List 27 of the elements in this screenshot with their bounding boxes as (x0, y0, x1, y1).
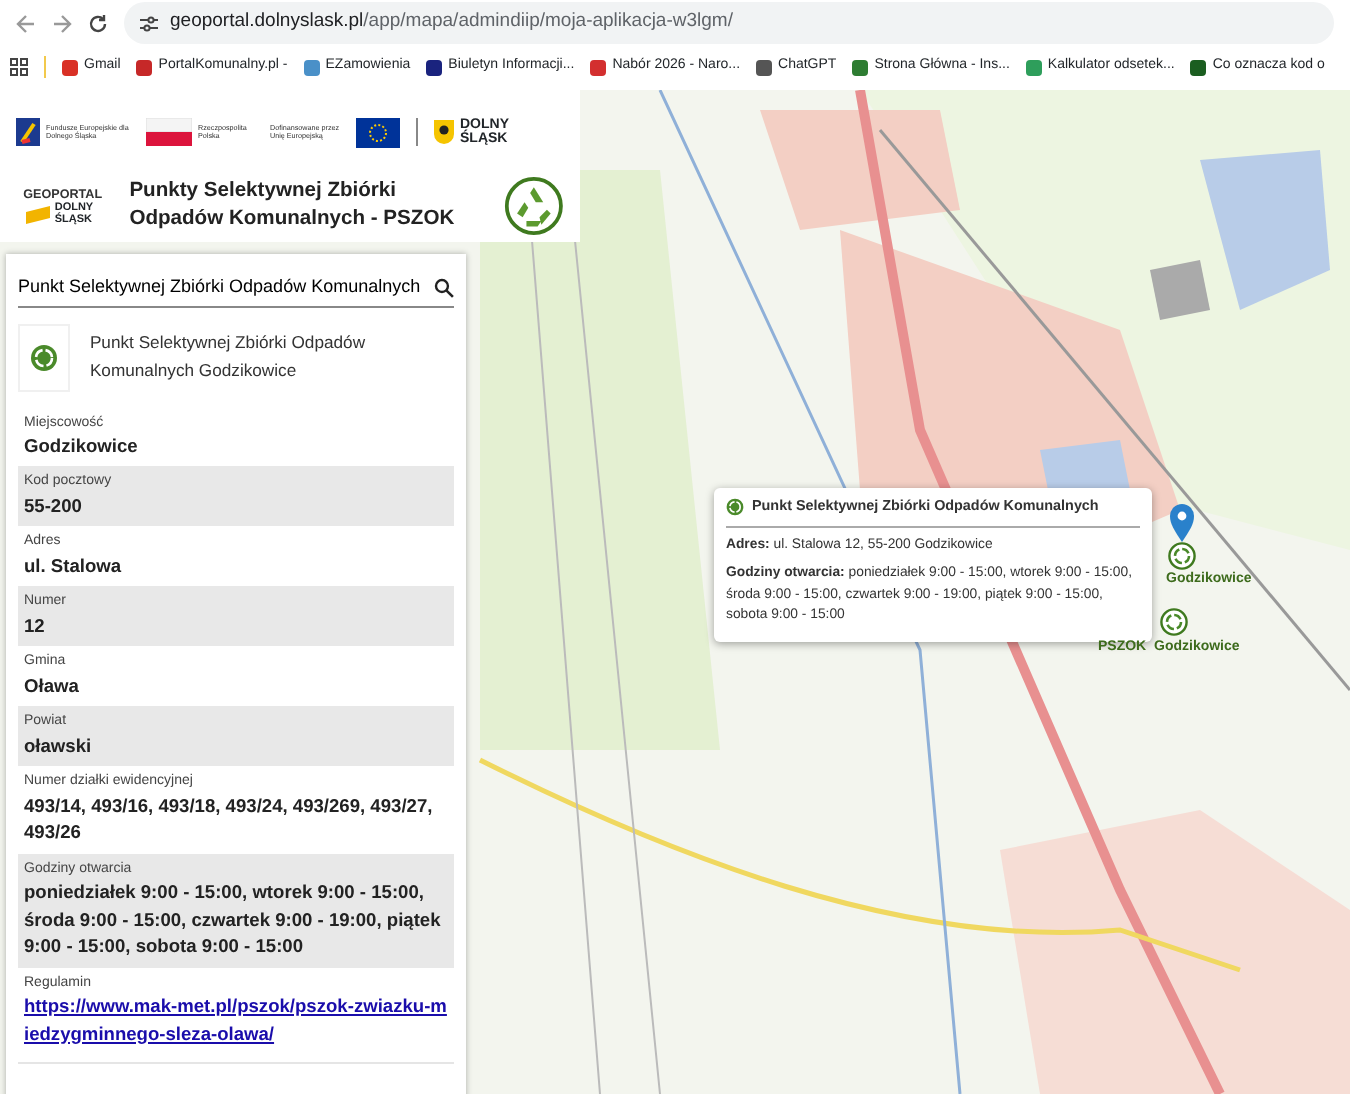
forward-icon[interactable] (52, 13, 72, 33)
field-value: 12 (24, 613, 47, 640)
url-text: geoportal.dolnyslask.pl/app/mapa/admindiip/moja-aplikacja-w3lgm/ (170, 8, 733, 37)
recycling-icon (726, 497, 744, 516)
reload-icon[interactable] (88, 13, 108, 33)
flag-star-icon (16, 118, 40, 146)
geoportal-mark-icon (26, 206, 51, 225)
address-bar[interactable]: geoportal.dolnyslask.pl/app/mapa/admindiip/moja-aplikacja-w3lgm/ (124, 2, 1334, 44)
flag-icon (146, 118, 192, 146)
recycling-marker-icon[interactable] (1168, 502, 1196, 570)
stars-flag-icon (356, 117, 400, 147)
field-value: Godzikowice (24, 434, 140, 460)
back-icon[interactable] (16, 13, 36, 33)
field-value: ul. Stalowa (24, 553, 124, 580)
apps-grid-icon[interactable] (10, 58, 28, 76)
field-value: poniedziałek 9:00 - 15:00, wtorek 9:00 - 15:00, środa 9:00 - 15:00, czwartek 9:00 - 19:00, piątek 9:00 - 15:00, sobota 9:00 - 15:00 (24, 880, 443, 961)
field-value: Oława (24, 673, 81, 700)
field-value: 55-200 (24, 493, 84, 520)
result-title: Punkt Selektywnej Zbiórki Odpadów Komunalnych Godzikowice (89, 330, 368, 384)
search-icon[interactable] (434, 277, 454, 298)
recycling-icon (29, 343, 58, 371)
app-title: Punkty Selektywnej Zbiórki Odpadów Komunalnych - PSZOK (129, 177, 457, 234)
coat-of-arms-icon (434, 120, 454, 144)
regulations-link[interactable]: https://www.mak-met.pl/pszok/pszok-zwiazku-miedzygminnego-sleza-olawa/ (24, 994, 448, 1049)
field-value: 493/14, 493/16, 493/18, 493/24, 493/269, 493/27, 493/26 (24, 793, 435, 847)
site-settings-icon[interactable] (140, 15, 158, 31)
field-value: oławski (24, 733, 94, 760)
